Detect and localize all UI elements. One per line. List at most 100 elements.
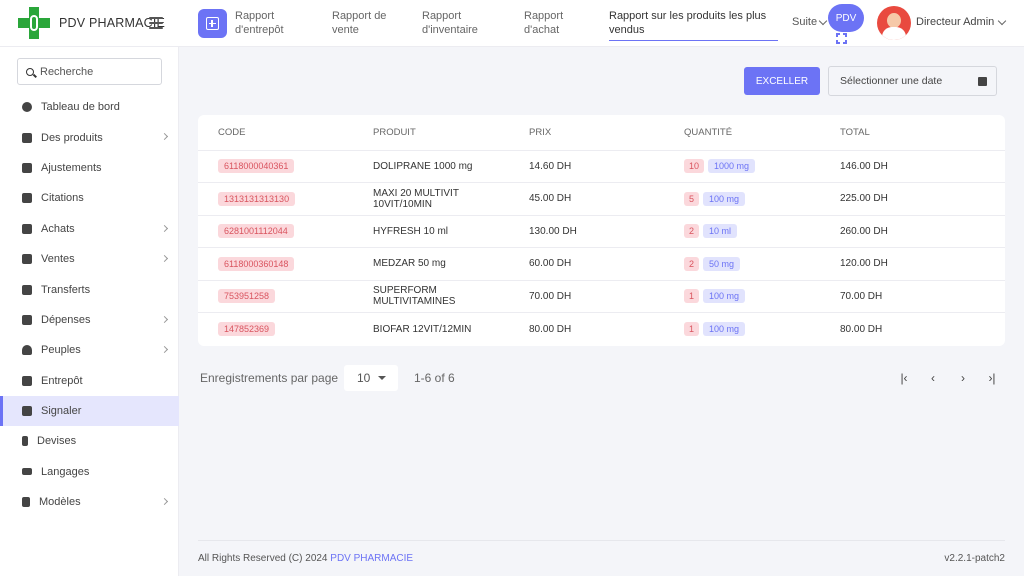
sidebar-item-citations[interactable]: Citations (0, 183, 179, 213)
table-header-row: CODE PRODUIT PRIX QUANTITÉ TOTAL (198, 115, 1005, 151)
user-avatar[interactable] (877, 6, 911, 40)
col-code-header[interactable]: CODE (198, 115, 353, 151)
cell-code: 753951258 (198, 280, 353, 313)
sidebar-search[interactable] (17, 58, 162, 85)
cell-product: DOLIPRANE 1000 mg (353, 150, 509, 183)
cell-code: 6281001112044 (198, 215, 353, 248)
sidebar-item-label: Dépenses (41, 313, 91, 326)
chevron-right-icon (160, 254, 169, 262)
table-row[interactable]: 753951258 SUPERFORM MULTIVITAMINES 70.00… (198, 280, 1005, 313)
cell-price: 60.00 DH (509, 247, 664, 281)
excel-export-button[interactable]: EXCELLER (744, 67, 820, 95)
cell-price: 80.00 DH (529, 323, 572, 335)
cell-product: SUPERFORM MULTIVITAMINES (353, 280, 509, 313)
per-page-value: 10 (357, 371, 371, 385)
unit-badge: 100 mg (703, 191, 746, 206)
sidebar-item-signaler[interactable]: Signaler (0, 395, 179, 427)
copyright: All Rights Reserved (C) 2024 PDV PHARMAC… (198, 553, 413, 564)
col-product-header[interactable]: PRODUIT (353, 115, 509, 151)
pdv-button[interactable]: PDV (828, 4, 864, 32)
tab-label-line1: Rapport (524, 10, 564, 22)
file-icon (22, 497, 30, 508)
fullscreen-icon[interactable] (836, 33, 847, 44)
cell-total: 80.00 DH (840, 323, 883, 335)
sidebar-item-langages[interactable]: Langages (0, 457, 179, 487)
per-page-select[interactable]: 10 (344, 365, 398, 391)
sidebar-item-depenses[interactable]: Dépenses (0, 305, 179, 335)
sidebar-item-devises[interactable]: Devises (0, 426, 179, 456)
last-page-icon[interactable]: ›| (985, 371, 999, 385)
user-menu[interactable]: Directeur Admin (916, 16, 1007, 28)
sidebar-item-label: Des produits (41, 131, 103, 144)
col-price-header[interactable]: PRIX (509, 115, 664, 151)
unit-badge: 100 mg (703, 289, 746, 304)
tab-rapport-produits-plus-vendus[interactable]: Rapport sur les produits les plus vendus (609, 9, 778, 41)
code-badge: 6281001112044 (218, 224, 294, 239)
page-range: 1-6 of 6 (414, 371, 455, 385)
prev-page-icon[interactable]: ‹ (926, 371, 940, 385)
chevron-down-icon (998, 16, 1007, 25)
search-input[interactable] (40, 65, 150, 78)
tab-label-line1: Rapport sur les produits les plus (609, 10, 767, 22)
col-total-header[interactable]: TOTAL (820, 115, 1005, 151)
sidebar-item-label: Achats (41, 222, 75, 235)
sidebar-item-achats[interactable]: Achats (0, 214, 179, 244)
unit-badge: 1000 mg (708, 159, 756, 174)
sidebar-item-des-produits[interactable]: Des produits (0, 122, 179, 152)
pharmacy-cross-logo (18, 7, 50, 39)
sidebar-item-transferts[interactable]: Transferts (0, 274, 179, 304)
footer-brand-link[interactable]: PDV PHARMACIE (330, 553, 413, 564)
sidebar-menu: Tableau de bord Des produits Ajustements… (0, 92, 179, 517)
cell-quantity: 5 100 mg (664, 182, 820, 216)
chevron-right-icon (160, 498, 169, 506)
tab-rapport-entrepot[interactable]: Rapport d'entrepôt (235, 9, 284, 37)
table-row[interactable]: 6281001112044 HYFRESH 10 ml 130.00 DH 21… (198, 215, 1005, 248)
sidebar-item-modeles[interactable]: Modèles (0, 487, 179, 517)
chevron-right-icon (160, 315, 169, 323)
code-badge: 6118000040361 (218, 159, 295, 174)
unit-badge: 100 mg (703, 322, 746, 336)
unit-badge: 10 ml (703, 224, 738, 239)
col-quantity-header[interactable]: QUANTITÉ (664, 115, 820, 151)
qty-badge: 1 (684, 289, 700, 304)
hamburger-menu-icon[interactable] (149, 17, 163, 29)
date-picker[interactable]: Sélectionner une date (828, 66, 997, 96)
cell-quantity: 2 50 mg (664, 247, 820, 281)
pdv-label: PDV (835, 12, 857, 24)
tab-rapport-vente[interactable]: Rapport de vente (332, 9, 386, 37)
sidebar-item-ajustements[interactable]: Ajustements (0, 153, 179, 183)
tab-label-line2: d'achat (524, 24, 560, 36)
sidebar-item-peuples[interactable]: Peuples (0, 335, 179, 365)
tab-rapport-achat[interactable]: Rapport d'achat (524, 9, 563, 37)
sidebar-item-ventes[interactable]: Ventes (0, 244, 179, 274)
suite-dropdown[interactable]: Suite (792, 16, 828, 28)
qty-badge: 5 (684, 191, 700, 206)
cell-code: 6118000360148 (198, 247, 353, 281)
user-icon (22, 345, 32, 356)
calendar-icon (978, 77, 987, 86)
code-badge: 753951258 (218, 289, 276, 304)
table-row[interactable]: 147852369 BIOFAR 12VIT/12MIN 80.00 DH 11… (198, 313, 1005, 346)
home-icon (22, 375, 32, 386)
cell-quantity: 10 1000 mg (664, 150, 820, 183)
table-row[interactable]: 1313131313130 MAXI 20 MULTIVIT 10VIT/10M… (198, 182, 1005, 216)
table-row[interactable]: 6118000360148 MEDZAR 50 mg 60.00 DH 2 50 … (198, 247, 1005, 281)
brand[interactable]: PDV PHARMACIE (18, 7, 165, 39)
cell-total: 70.00 DH (820, 280, 1005, 313)
version-label: v2.2.1-patch2 (944, 553, 1005, 564)
caret-down-icon (378, 376, 386, 380)
report-table: CODE PRODUIT PRIX QUANTITÉ TOTAL 6118000… (198, 115, 1005, 345)
next-page-icon[interactable]: › (956, 371, 970, 385)
top-header: PDV PHARMACIE Rapport d'entrepôt Rapport… (0, 0, 1024, 47)
suite-label: Suite (792, 16, 818, 28)
table-row[interactable]: 6118000040361 DOLIPRANE 1000 mg 14.60 DH… (198, 150, 1005, 183)
cell-product: MAXI 20 MULTIVIT 10VIT/10MIN (353, 182, 509, 216)
chevron-right-icon (160, 224, 169, 232)
sidebar-item-entrepot[interactable]: Entrepôt (0, 366, 179, 396)
add-report-button[interactable] (198, 9, 227, 38)
sidebar-item-tableau-de-bord[interactable]: Tableau de bord (0, 92, 179, 122)
tab-rapport-inventaire[interactable]: Rapport d'inventaire (422, 9, 478, 37)
first-page-icon[interactable]: |‹ (897, 371, 911, 385)
tab-label-line1: Rapport (235, 10, 275, 22)
footer: All Rights Reserved (C) 2024 PDV PHARMAC… (198, 540, 1005, 576)
